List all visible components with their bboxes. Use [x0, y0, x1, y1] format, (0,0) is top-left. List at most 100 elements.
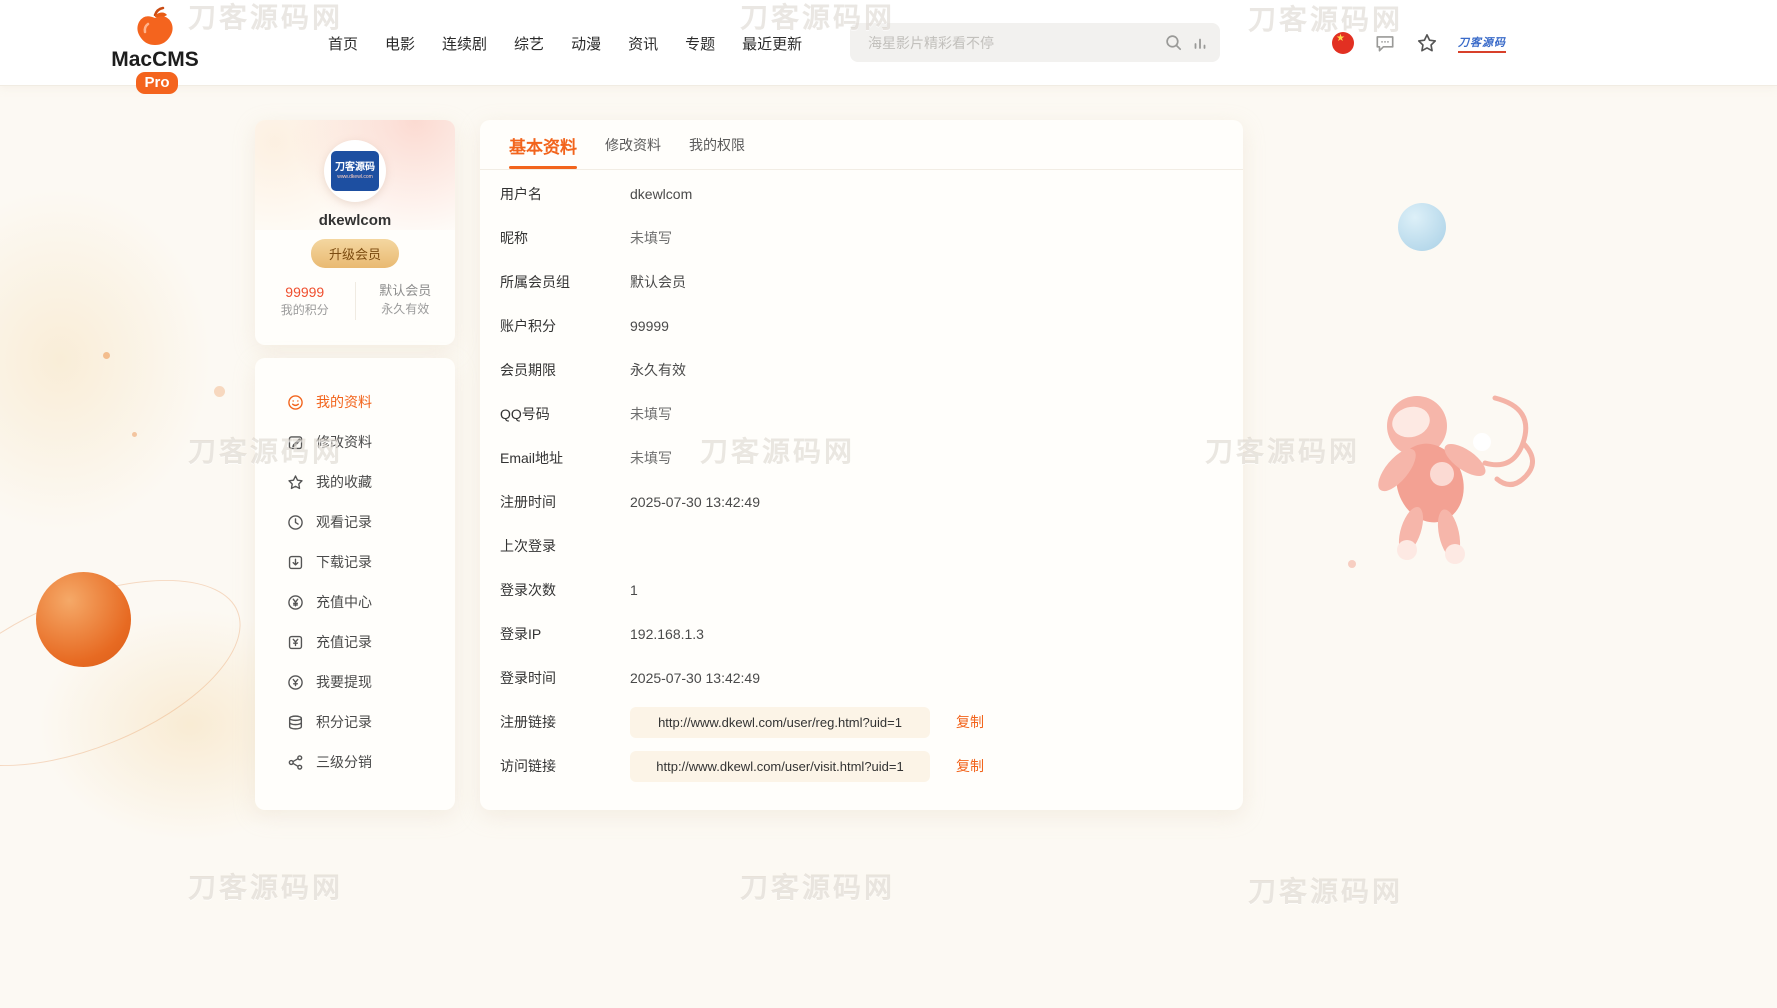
menu-item-label: 修改资料: [316, 432, 372, 452]
header-right-icons: ★ 刀客源码: [1332, 0, 1506, 86]
decor-dot: [103, 352, 110, 359]
menu-item-label: 观看记录: [316, 512, 372, 532]
search-icon[interactable]: [1165, 34, 1182, 51]
field-label: 登录IP: [500, 624, 630, 644]
china-flag-icon[interactable]: ★: [1332, 32, 1354, 54]
menu-item-distribution[interactable]: 三级分销: [287, 742, 455, 782]
nav-item-movies[interactable]: 电影: [385, 33, 415, 54]
nav-item-variety[interactable]: 综艺: [514, 33, 544, 54]
nav-item-topics[interactable]: 专题: [685, 33, 715, 54]
field-value: 2025-07-30 13:42:49: [630, 494, 760, 510]
watermark: 刀客源码网: [1248, 870, 1403, 910]
nav-item-news[interactable]: 资讯: [628, 33, 658, 54]
field-row-register-time: 注册时间 2025-07-30 13:42:49: [480, 480, 1243, 524]
field-label: 昵称: [500, 228, 630, 248]
menu-item-withdraw[interactable]: 我要提现: [287, 662, 455, 702]
field-row-login-count: 登录次数 1: [480, 568, 1243, 612]
site-logo[interactable]: MacCMSPro: [90, 6, 220, 94]
tab-permissions[interactable]: 我的权限: [689, 135, 745, 169]
nav-item-anime[interactable]: 动漫: [571, 33, 601, 54]
nav-item-home[interactable]: 首页: [328, 33, 358, 54]
coin-yuan-icon: [287, 593, 305, 611]
blue-planet: [1398, 203, 1446, 251]
menu-item-edit-profile[interactable]: 修改资料: [287, 422, 455, 462]
field-label: 登录次数: [500, 580, 630, 600]
download-icon: [287, 553, 305, 571]
field-label: 登录时间: [500, 668, 630, 688]
edit-icon: [287, 433, 305, 451]
field-row-login-time: 登录时间 2025-07-30 13:42:49: [480, 656, 1243, 700]
group-label: 永久有效: [356, 301, 456, 318]
profile-card: 刀客源码 www.dkewl.com dkewlcom 升级会员 99999 我…: [255, 120, 455, 345]
profile-stats: 99999 我的积分 默认会员 永久有效: [255, 282, 455, 320]
group-value: 默认会员: [356, 282, 456, 301]
decor-dot: [1348, 560, 1356, 568]
field-label: 注册链接: [500, 712, 630, 732]
ranking-chart-icon[interactable]: [1192, 35, 1208, 51]
copy-register-link-button[interactable]: 复制: [956, 712, 984, 732]
field-row-nickname: 昵称 未填写: [480, 216, 1243, 260]
menu-item-label: 我的收藏: [316, 472, 372, 492]
menu-item-label: 下载记录: [316, 552, 372, 572]
watermark: 刀客源码网: [740, 866, 895, 906]
clock-icon: [287, 513, 305, 531]
nav-item-series[interactable]: 连续剧: [442, 33, 487, 54]
visit-link-box[interactable]: http://www.dkewl.com/user/visit.html?uid…: [630, 751, 930, 782]
profile-smiley-icon: [287, 393, 305, 411]
field-row-email: Email地址 未填写: [480, 436, 1243, 480]
favorite-star-icon[interactable]: [1416, 32, 1438, 54]
field-row-register-link: 注册链接 http://www.dkewl.com/user/reg.html?…: [480, 700, 1243, 744]
apple-logo-icon: [131, 6, 179, 48]
database-icon: [287, 713, 305, 731]
cream-blob: [0, 190, 210, 530]
decor-dot: [132, 432, 137, 437]
menu-item-my-profile[interactable]: 我的资料: [287, 382, 455, 422]
field-row-member-term: 会员期限 永久有效: [480, 348, 1243, 392]
group-stat: 默认会员 永久有效: [355, 282, 456, 320]
points-value: 99999: [255, 282, 355, 302]
avatar: 刀客源码 www.dkewl.com: [324, 140, 386, 202]
site-mini-logo[interactable]: 刀客源码: [1458, 34, 1506, 53]
nav-item-latest[interactable]: 最近更新: [742, 33, 802, 54]
menu-item-points-record[interactable]: 积分记录: [287, 702, 455, 742]
menu-item-recharge-center[interactable]: 充值中心: [287, 582, 455, 622]
field-value: 99999: [630, 318, 669, 334]
copy-visit-link-button[interactable]: 复制: [956, 756, 984, 776]
detail-tabs: 基本资料 修改资料 我的权限: [480, 120, 1243, 170]
header: MacCMSPro 首页 电影 连续剧 综艺 动漫 资讯 专题 最近更新: [0, 0, 1777, 86]
menu-item-watch-history[interactable]: 观看记录: [287, 502, 455, 542]
tab-edit-info[interactable]: 修改资料: [605, 135, 661, 169]
field-label: 上次登录: [500, 536, 630, 556]
menu-item-label: 充值记录: [316, 632, 372, 652]
field-row-member-group: 所属会员组 默认会员: [480, 260, 1243, 304]
message-icon[interactable]: [1374, 32, 1396, 54]
logo-text: MacCMS: [111, 48, 199, 72]
field-row-visit-link: 访问链接 http://www.dkewl.com/user/visit.htm…: [480, 744, 1243, 788]
menu-item-label: 充值中心: [316, 592, 372, 612]
menu-item-label: 积分记录: [316, 712, 372, 732]
menu-item-label: 我要提现: [316, 672, 372, 692]
field-value: dkewlcom: [630, 186, 692, 202]
register-link-box[interactable]: http://www.dkewl.com/user/reg.html?uid=1: [630, 707, 930, 738]
menu-item-recharge-record[interactable]: 充值记录: [287, 622, 455, 662]
menu-item-favorites[interactable]: 我的收藏: [287, 462, 455, 502]
search-input[interactable]: [868, 35, 1155, 51]
upgrade-member-button[interactable]: 升级会员: [311, 239, 399, 268]
field-row-last-login: 上次登录: [480, 524, 1243, 568]
field-label: QQ号码: [500, 404, 630, 424]
field-row-points: 账户积分 99999: [480, 304, 1243, 348]
field-label: 账户积分: [500, 316, 630, 336]
field-value: 未填写: [630, 448, 672, 468]
visit-link-url: http://www.dkewl.com/user/visit.html?uid…: [656, 759, 903, 774]
watermark: 刀客源码网: [188, 866, 343, 906]
menu-item-download-history[interactable]: 下载记录: [287, 542, 455, 582]
tab-basic-info[interactable]: 基本资料: [509, 133, 577, 169]
field-label: 用户名: [500, 184, 630, 204]
star-icon: [287, 473, 305, 491]
logo-badge: Pro: [136, 72, 177, 94]
profile-detail-panel: 基本资料 修改资料 我的权限 用户名 dkewlcom 昵称 未填写 所属会员组…: [480, 120, 1243, 810]
field-label: Email地址: [500, 448, 630, 468]
field-row-qq: QQ号码 未填写: [480, 392, 1243, 436]
field-value: 1: [630, 582, 638, 598]
field-value: 192.168.1.3: [630, 626, 704, 642]
